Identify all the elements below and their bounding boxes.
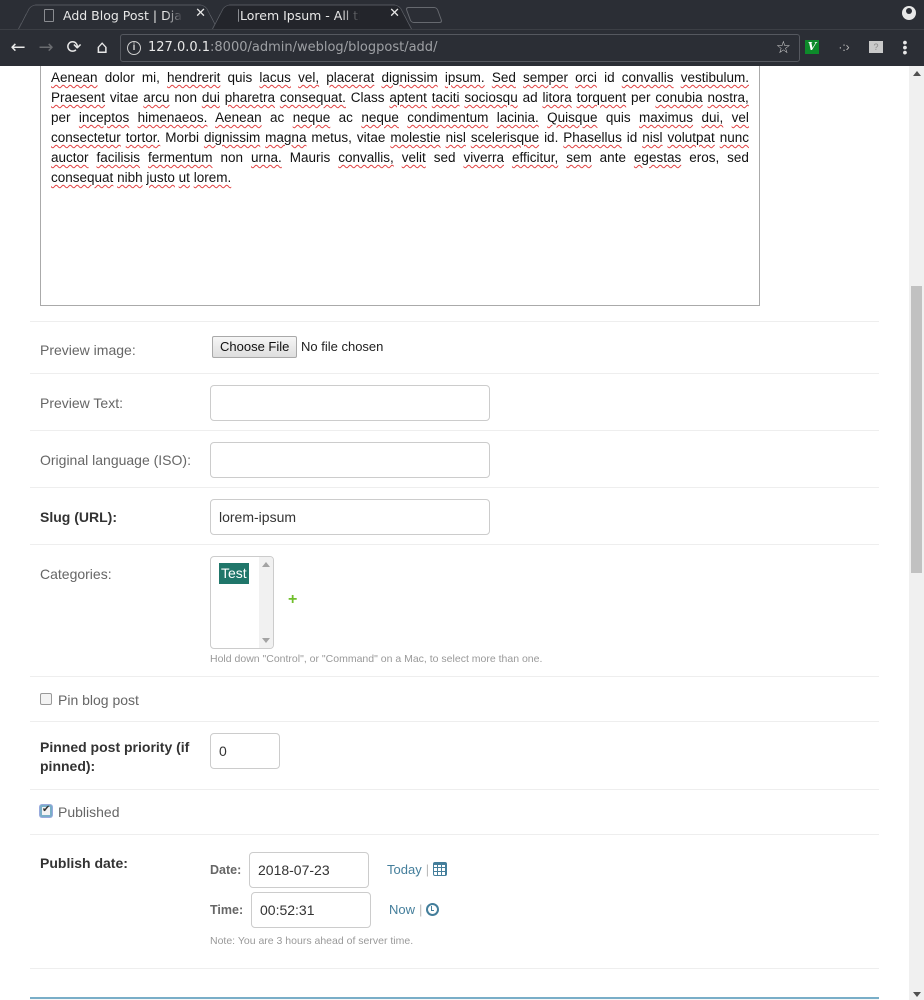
url-text: 127.0.0.1:8000/admin/weblog/blogpost/add… (148, 40, 438, 55)
date-label: Date: (210, 863, 242, 877)
published-row: Published (30, 790, 879, 835)
pin-blog-post-row: Pin blog post (30, 677, 879, 722)
preview-text-input[interactable] (210, 385, 490, 421)
slug-row: Slug (URL): lorem-ipsum (30, 488, 879, 545)
back-icon[interactable]: ← (6, 36, 30, 60)
categories-label: Categories: (40, 566, 112, 582)
tab-strip: Add Blog Post | Django site admin ✕ Lore… (0, 0, 924, 29)
pinned-priority-label: Pinned post priority (if pinned): (40, 739, 190, 774)
page-scrollbar[interactable] (909, 66, 924, 1000)
publish-date-row: Publish date: Date: 2018-07-23 Today | Ti… (30, 835, 879, 969)
pin-blog-post-checkbox[interactable] (40, 693, 52, 705)
categories-row: Categories: Test + Hold down "Control", … (30, 545, 879, 677)
browser-menu-icon[interactable]: • • • (901, 35, 909, 59)
published-label[interactable]: Published (58, 804, 120, 820)
select-scrollbar[interactable] (259, 557, 273, 648)
categories-help-text: Hold down "Control", or "Command" on a M… (210, 653, 543, 665)
close-icon[interactable]: ✕ (389, 6, 400, 21)
extension-v-icon[interactable]: V (805, 40, 819, 54)
reload-icon[interactable]: ⟳ (62, 36, 86, 60)
content-row (30, 66, 879, 322)
scroll-down-arrow-icon[interactable] (913, 992, 921, 997)
page-icon (44, 9, 54, 22)
preview-text-row: Preview Text: (30, 374, 879, 431)
tab-title: Add Blog Post | Django site admin (63, 8, 183, 23)
info-icon[interactable]: i (127, 41, 141, 55)
forward-icon[interactable]: → (34, 36, 58, 60)
browser-chrome: Add Blog Post | Django site admin ✕ Lore… (0, 0, 924, 66)
browser-toolbar: ← → ⟳ ⌂ i 127.0.0.1:8000/admin/weblog/bl… (0, 29, 924, 66)
bookmark-star-icon[interactable]: ☆ (776, 38, 791, 58)
pinned-priority-row: Pinned post priority (if pinned): 0 (30, 722, 879, 790)
separator: | (419, 902, 423, 917)
tab-add-blog-post[interactable]: Add Blog Post | Django site admin ✕ (18, 1, 218, 29)
preview-image-label: Preview image: (40, 342, 136, 358)
timezone-note: Note: You are 3 hours ahead of server ti… (210, 935, 414, 947)
categories-select[interactable]: Test (210, 556, 274, 649)
scroll-up-arrow-icon[interactable] (913, 71, 921, 76)
time-input[interactable]: 00:52:31 (251, 892, 371, 928)
now-link[interactable]: Now (389, 902, 415, 917)
separator: | (425, 862, 430, 877)
profile-icon[interactable] (902, 6, 916, 20)
pin-blog-post-label[interactable]: Pin blog post (58, 692, 139, 708)
original-language-row: Original language (ISO): (30, 431, 879, 488)
scrollbar-thumb[interactable] (911, 286, 922, 573)
publish-date-label: Publish date: (40, 855, 128, 871)
add-category-icon[interactable]: + (288, 591, 297, 609)
today-link[interactable]: Today (387, 862, 422, 877)
extension-dots-icon[interactable]: ·:› (836, 40, 852, 56)
calendar-icon[interactable] (433, 862, 448, 876)
new-tab-button[interactable] (405, 7, 443, 23)
scroll-down-arrow-icon[interactable] (262, 638, 270, 643)
date-input[interactable]: 2018-07-23 (249, 852, 369, 888)
preview-text-label: Preview Text: (40, 395, 123, 411)
published-checkbox[interactable] (40, 804, 52, 817)
home-icon[interactable]: ⌂ (90, 36, 114, 60)
time-label: Time: (210, 903, 244, 917)
tab-lorem-ipsum[interactable]: Lorem Ipsum - All the facts - Lipsum gen… (212, 1, 412, 29)
address-bar[interactable]: i 127.0.0.1:8000/admin/weblog/blogpost/a… (120, 34, 800, 62)
slug-input[interactable]: lorem-ipsum (210, 499, 490, 535)
page-viewport: Aenean dolor mi, hendrerit quis lacus ve… (0, 66, 909, 1000)
original-language-label: Original language (ISO): (40, 452, 191, 468)
file-status: No file chosen (301, 339, 384, 354)
slug-label: Slug (URL): (40, 509, 117, 525)
pinned-priority-input[interactable]: 0 (210, 733, 280, 769)
tab-title: Lorem Ipsum - All the facts - Lipsum gen… (240, 8, 360, 23)
date-shortcuts: Today | (387, 862, 448, 877)
clock-icon[interactable] (426, 903, 440, 916)
original-language-input[interactable] (210, 442, 490, 478)
extension-unknown-icon[interactable]: ? (869, 41, 883, 53)
scroll-up-arrow-icon[interactable] (262, 562, 270, 567)
category-option[interactable]: Test (219, 563, 249, 584)
close-icon[interactable]: ✕ (195, 6, 206, 21)
preview-image-row: Preview image: Choose File No file chose… (30, 322, 879, 374)
choose-file-button[interactable]: Choose File (212, 336, 298, 358)
time-shortcuts: Now | (389, 902, 440, 917)
